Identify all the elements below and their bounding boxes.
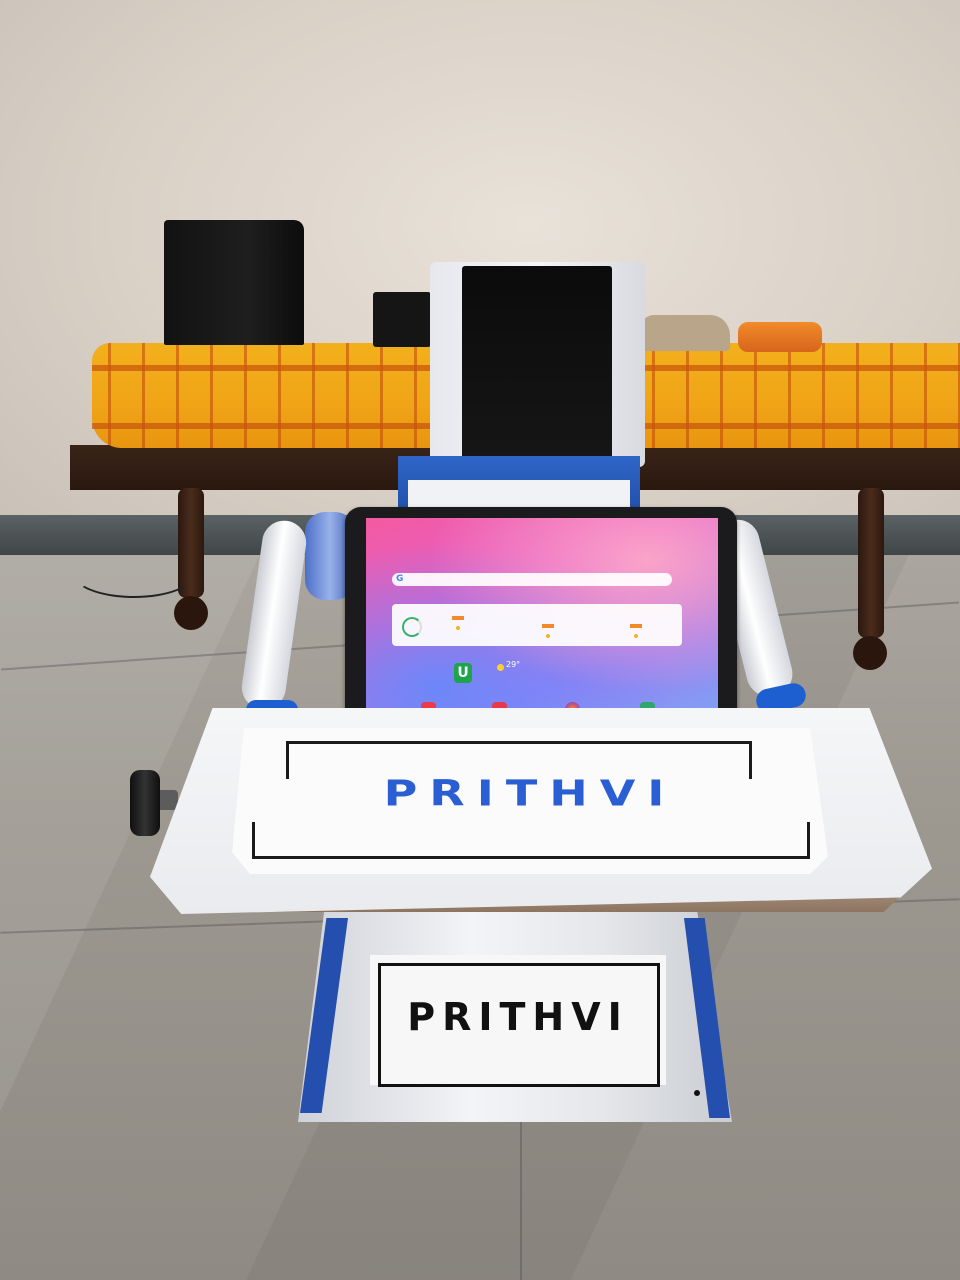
small-speaker xyxy=(373,292,431,347)
large-speaker xyxy=(164,220,304,345)
u-app-icon: U xyxy=(454,663,472,683)
bed-leg-foot xyxy=(853,636,887,670)
tablet-weather-widget xyxy=(392,604,682,646)
bed-leg xyxy=(858,488,884,638)
forecast-sun-icon xyxy=(546,634,550,638)
front-sign-text: PRITHVI xyxy=(383,771,677,815)
tablet-search-bar: G xyxy=(392,573,672,586)
paper-bag xyxy=(640,315,730,351)
forecast-tag xyxy=(630,624,642,628)
photo-scene: G U 29° PRITHVI PRITHVI xyxy=(0,0,960,1280)
forecast-tag xyxy=(542,624,554,628)
robot-wheel xyxy=(130,770,160,836)
weather-gauge-icon xyxy=(402,617,422,637)
power-cable xyxy=(72,548,196,598)
pedestal-hole xyxy=(694,1090,700,1096)
google-search-icon: G xyxy=(396,574,404,584)
weather-temperature: 29° xyxy=(506,660,521,669)
robot-face-panel xyxy=(462,266,612,464)
base-sign-text: PRITHVI xyxy=(407,995,629,1039)
forecast-sun-icon xyxy=(456,626,460,630)
forecast-tag xyxy=(452,616,464,620)
forecast-sun-icon xyxy=(634,634,638,638)
sun-icon xyxy=(497,664,504,671)
front-sign-frame-bottom xyxy=(252,822,810,859)
orange-container xyxy=(738,322,822,352)
tablet-screen: G U 29° xyxy=(366,518,718,728)
bed-leg-foot xyxy=(174,596,208,630)
